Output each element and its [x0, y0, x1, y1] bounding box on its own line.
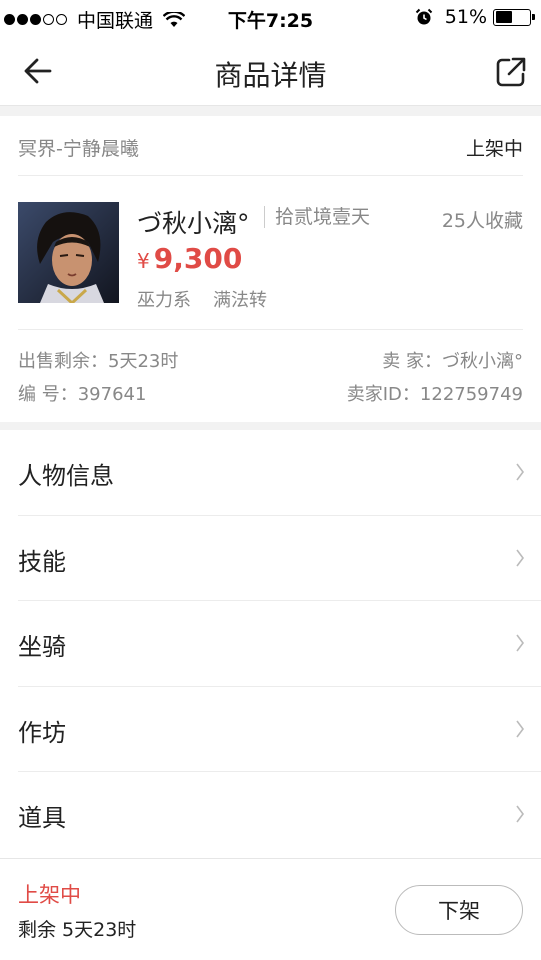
chevron-right-icon: [516, 634, 524, 652]
seller-id: 卖家ID：122759749: [347, 380, 523, 406]
alarm-icon: [415, 8, 432, 25]
section-gap: [0, 422, 541, 430]
character-tags: 巫力系 满法转: [137, 286, 289, 312]
card-header: 冥界-宁静晨曦 上架中: [18, 116, 523, 176]
seller-value: づ秋小漓°: [442, 351, 523, 372]
section-item-workshop[interactable]: 作坊: [18, 687, 541, 772]
favorites-count: 25人收藏: [441, 210, 523, 232]
nav-bar: 商品详情: [0, 36, 541, 106]
section-label: 坐骑: [18, 633, 66, 661]
section-label: 人物信息: [18, 462, 114, 490]
section-label: 作坊: [18, 718, 66, 747]
character-name: づ秋小漓°: [137, 209, 250, 238]
chevron-right-icon: [516, 720, 524, 737]
character-portrait-image: [18, 202, 119, 303]
page-title: 商品详情: [214, 59, 327, 92]
chevron-right-icon: [516, 549, 524, 566]
remaining-value: 5天23时: [108, 351, 179, 372]
tag-item: 满法转: [213, 290, 267, 311]
listing-status: 上架中: [465, 138, 523, 160]
seller-label: 卖 家：: [382, 351, 442, 372]
battery-percent: 51%: [444, 6, 487, 28]
server-name: 冥界-宁静晨曦: [18, 138, 139, 160]
section-item-items[interactable]: 道具: [18, 772, 541, 858]
detail-sections-list: 人物信息 技能 坐骑 作坊 道具: [0, 430, 541, 858]
seller-id-label: 卖家ID：: [346, 384, 420, 405]
price-value: 9,300: [153, 242, 243, 275]
footer-listing-status: 上架中: [18, 883, 81, 907]
section-gap: [0, 106, 541, 116]
seller-name: 卖 家：づ秋小漓°: [382, 347, 523, 373]
status-bar: 中国联通 下午7:25 51%: [0, 0, 541, 36]
price: ¥9,300: [137, 242, 242, 275]
character-realm: 拾贰境壹天: [264, 206, 370, 228]
product-card: 冥界-宁静晨曦 上架中 づ秋小漓° 拾贰境壹天 25人收藏 ¥9,300 巫力系…: [0, 116, 541, 422]
footer-remaining-time: 剩余 5天23时: [18, 919, 137, 941]
serial-label: 编 号：: [18, 384, 78, 405]
remaining-label: 出售剩余：: [18, 351, 108, 372]
status-right: 51%: [415, 6, 535, 28]
chevron-right-icon: [516, 463, 524, 481]
serial-value: 397641: [77, 384, 147, 405]
divider: [18, 329, 523, 330]
chevron-right-icon: [516, 805, 524, 823]
character-avatar[interactable]: [18, 202, 119, 303]
section-item-skills[interactable]: 技能: [18, 516, 541, 601]
serial-number: 编 号：397641: [18, 380, 146, 406]
seller-id-value: 122759749: [419, 384, 523, 405]
section-label: 道具: [18, 804, 66, 832]
tag-item: 巫力系: [137, 290, 191, 311]
section-item-mounts[interactable]: 坐骑: [18, 601, 541, 687]
bottom-action-bar: 上架中 剩余 5天23时 下架: [0, 858, 541, 960]
section-item-character-info[interactable]: 人物信息: [18, 430, 541, 516]
take-down-button[interactable]: 下架: [395, 885, 523, 935]
share-external-icon[interactable]: [491, 52, 531, 92]
section-label: 技能: [18, 547, 66, 576]
remaining-time: 出售剩余：5天23时: [18, 347, 178, 373]
currency-symbol: ¥: [137, 249, 150, 273]
battery-icon: [493, 8, 535, 26]
